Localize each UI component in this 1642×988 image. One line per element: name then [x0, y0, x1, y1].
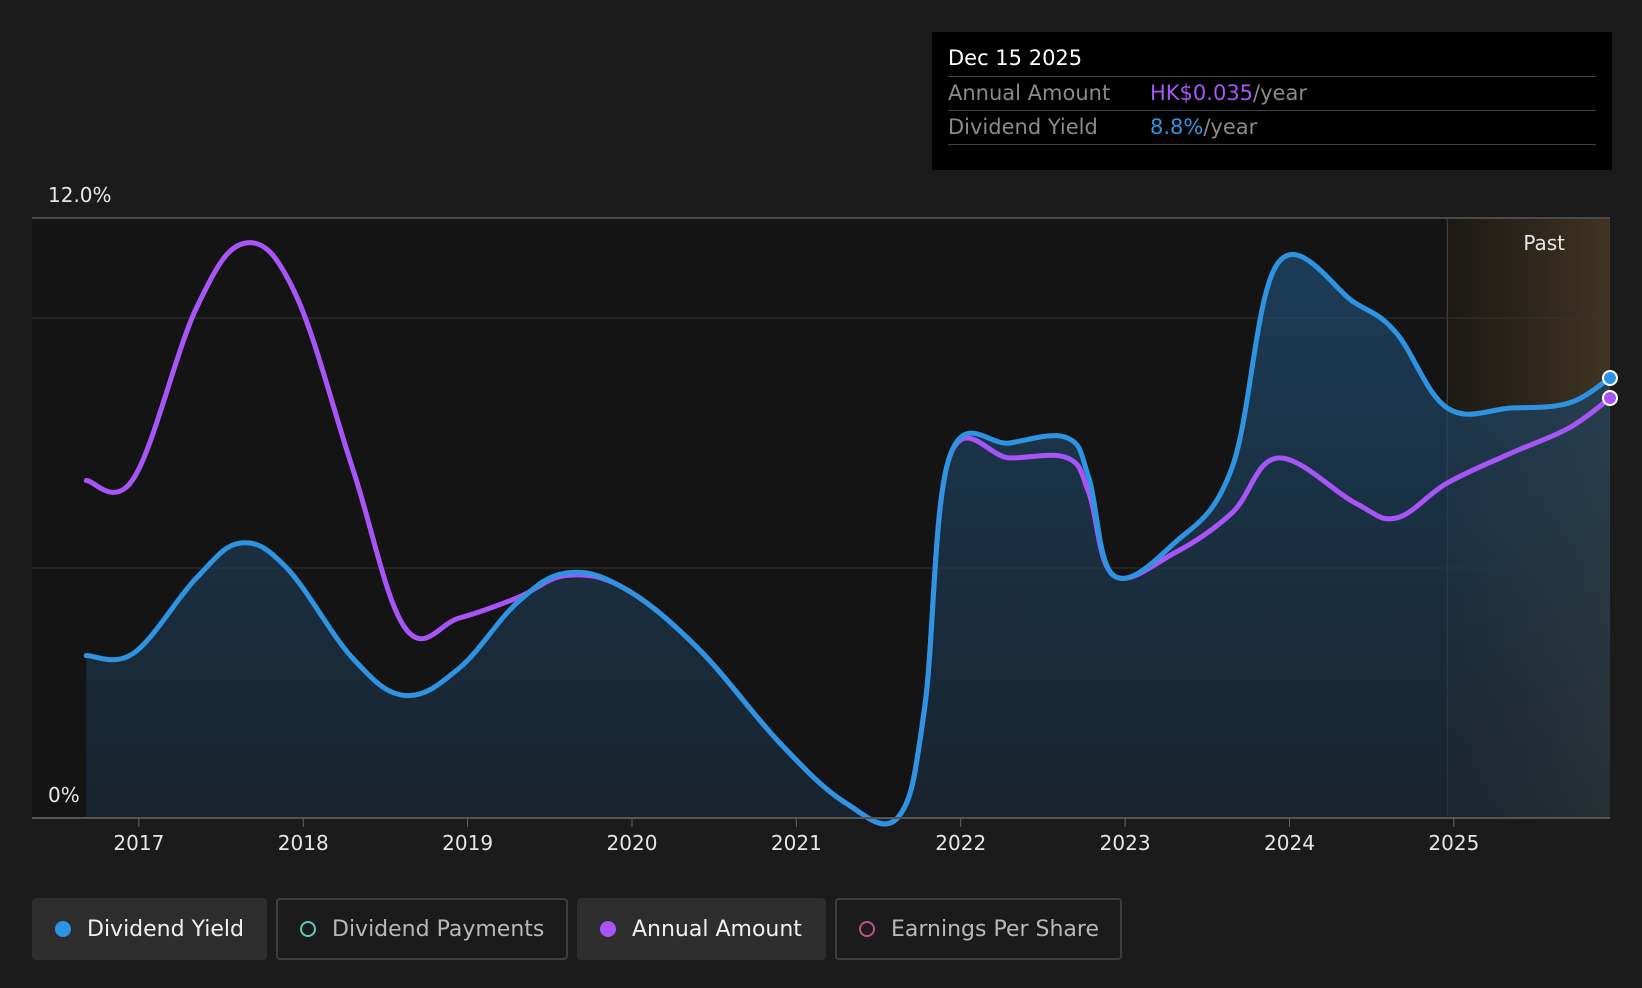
x-tick-label: 2017: [113, 831, 164, 855]
x-tick-label: 2025: [1428, 831, 1479, 855]
legend-dot-icon: [859, 921, 875, 937]
x-tick-label: 2019: [442, 831, 493, 855]
dividend-yield-end-marker: [1602, 370, 1618, 386]
tooltip-dividend-yield-row: Dividend Yield 8.8%/year: [948, 111, 1596, 145]
annual-amount-end-marker: [1602, 390, 1618, 406]
legend-dot-icon: [300, 921, 316, 937]
legend-item-dividend-payments[interactable]: Dividend Payments: [276, 898, 568, 960]
tooltip-annual-amount-unit: /year: [1253, 81, 1307, 105]
tooltip-dividend-yield-label: Dividend Yield: [948, 115, 1098, 139]
x-tick-label: 2021: [771, 831, 822, 855]
tooltip-annual-amount-label: Annual Amount: [948, 81, 1111, 105]
x-tick-label: 2018: [278, 831, 329, 855]
legend-dot-icon: [55, 921, 71, 937]
tooltip-annual-amount-row: Annual Amount HK$0.035/year: [948, 77, 1596, 111]
tooltip-annual-amount-value: HK$0.035: [1150, 81, 1254, 105]
legend-dot-icon: [600, 921, 616, 937]
x-tick-label: 2023: [1100, 831, 1151, 855]
x-tick-label: 2022: [935, 831, 986, 855]
tooltip: Dec 15 2025 Annual Amount HK$0.035/year D…: [932, 32, 1612, 170]
x-tick-label: 2024: [1264, 831, 1315, 855]
legend-item-annual-amount[interactable]: Annual Amount: [577, 898, 826, 960]
legend-item-earnings-per-share[interactable]: Earnings Per Share: [835, 898, 1122, 960]
legend-label: Annual Amount: [632, 916, 802, 942]
past-label: Past: [1523, 231, 1565, 255]
legend-label: Earnings Per Share: [891, 916, 1100, 942]
x-axis-ticks: 2017 2018 2019 2020 2021 2022 2023 2024 2025: [113, 818, 1479, 855]
legend: Dividend Yield Dividend Payments Annual …: [32, 898, 1122, 960]
y-axis-max-label: 12.0%: [48, 183, 112, 207]
tooltip-dividend-yield-unit: /year: [1203, 115, 1258, 139]
legend-item-dividend-yield[interactable]: Dividend Yield: [32, 898, 267, 960]
x-tick-label: 2020: [607, 831, 658, 855]
y-axis-min-label: 0%: [48, 783, 80, 807]
tooltip-date: Dec 15 2025: [948, 44, 1596, 77]
legend-label: Dividend Payments: [332, 916, 545, 942]
legend-label: Dividend Yield: [87, 916, 244, 942]
tooltip-dividend-yield-value: 8.8%: [1150, 115, 1204, 139]
